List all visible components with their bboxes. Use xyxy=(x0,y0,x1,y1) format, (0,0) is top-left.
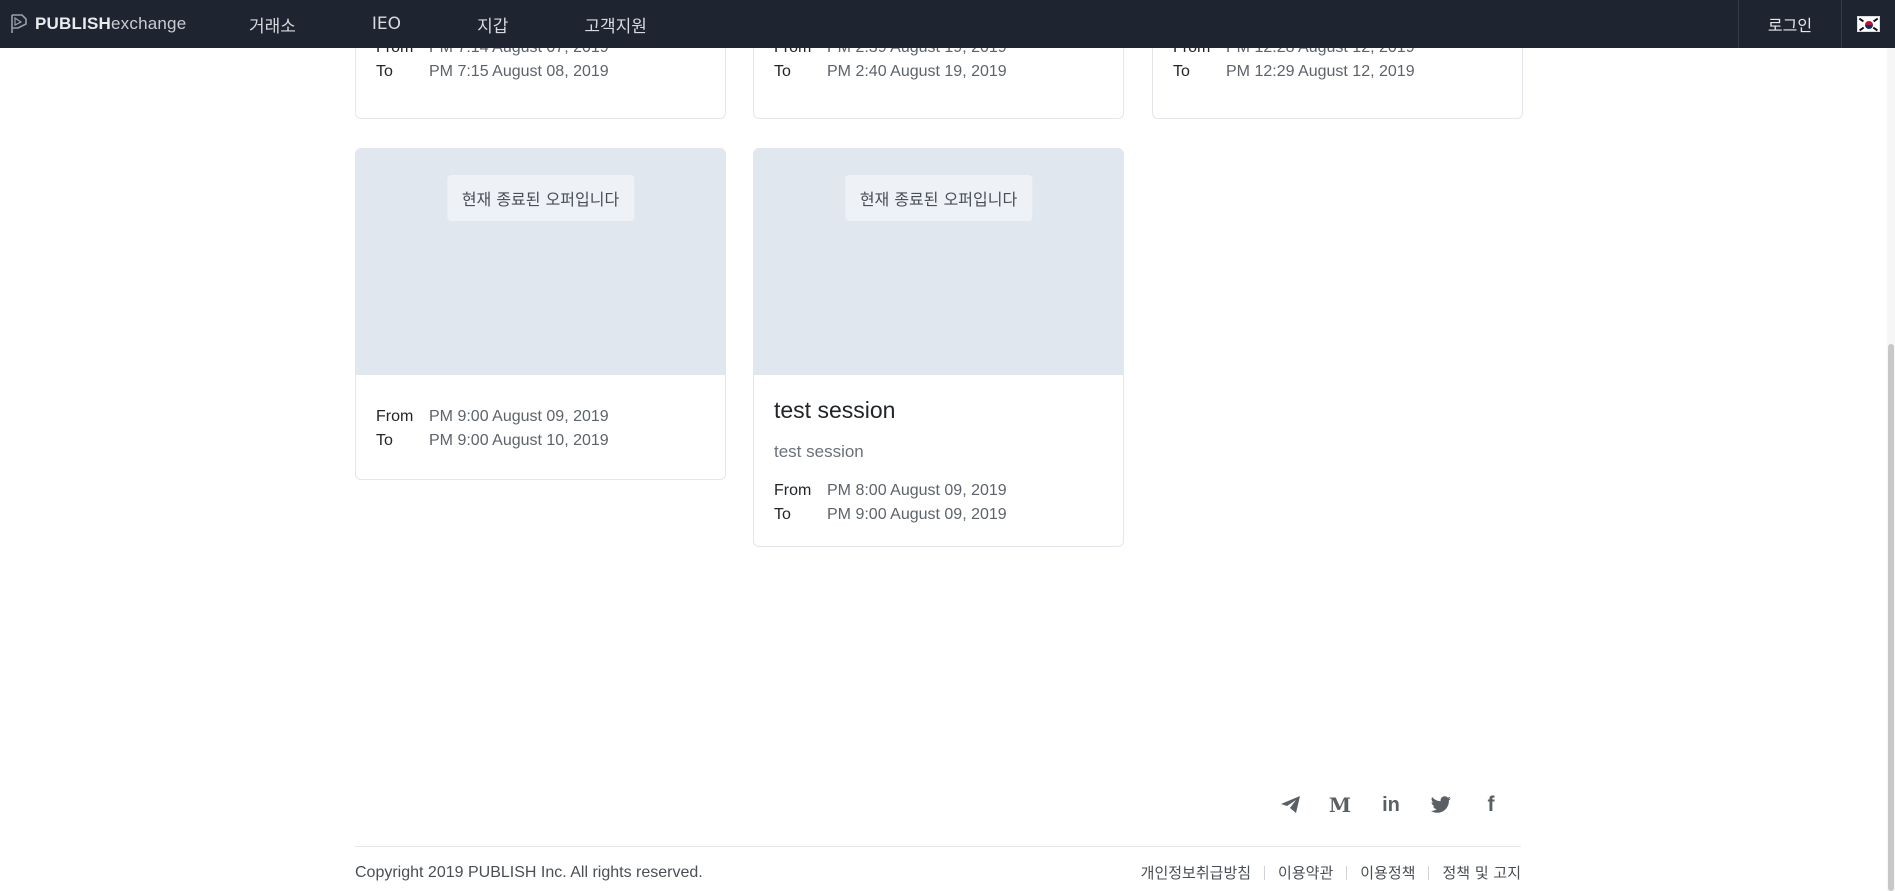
to-date: PM 2:40 August 19, 2019 xyxy=(827,63,1007,80)
from-date: PM 8:00 August 09, 2019 xyxy=(827,482,1007,499)
logo-text: PUBLISHexchange xyxy=(35,14,187,33)
medium-icon[interactable]: M xyxy=(1328,793,1352,817)
card-title: test session xyxy=(774,397,896,423)
to-date: PM 7:15 August 08, 2019 xyxy=(429,63,609,80)
offer-ended-badge: 현재 종료된 오퍼입니다 xyxy=(844,175,1033,221)
offer-card[interactable]: 현재 종료된 오퍼입니다 test session test session F… xyxy=(753,148,1124,547)
footer-link-usage-policy[interactable]: 이용정책 xyxy=(1360,862,1415,883)
link-separator xyxy=(1428,865,1430,880)
to-date: PM 9:00 August 09, 2019 xyxy=(827,506,1007,523)
card-subtitle: test session xyxy=(774,442,864,461)
facebook-icon[interactable]: f xyxy=(1479,793,1503,817)
nav-item-wallet[interactable]: 지갑 xyxy=(477,12,508,37)
nav-item-support[interactable]: 고객지원 xyxy=(584,12,647,37)
login-button[interactable]: 로그인 xyxy=(1738,0,1841,48)
footer-link-privacy[interactable]: 개인정보취급방침 xyxy=(1141,862,1251,883)
main-nav: 거래소 IEO 지갑 고객지원 xyxy=(249,0,723,48)
date-row-from: From PM 9:00 August 09, 2019 xyxy=(376,405,705,429)
footer-divider xyxy=(355,846,1521,847)
offer-card[interactable]: 현재 종료된 오퍼입니다 From PM 9:00 August 09, 2019… xyxy=(355,148,726,480)
nav-right: 로그인 xyxy=(1738,0,1895,48)
to-date: PM 9:00 August 10, 2019 xyxy=(429,432,609,449)
date-row-to: To PM 9:00 August 09, 2019 xyxy=(774,503,1103,527)
scrollbar-thumb[interactable] xyxy=(1888,344,1894,891)
nav-item-exchange[interactable]: 거래소 xyxy=(249,12,296,37)
copyright-text: Copyright 2019 PUBLISH Inc. All rights r… xyxy=(355,864,703,881)
card-image: 현재 종료된 오퍼입니다 xyxy=(754,149,1123,375)
footer-link-notice[interactable]: 정책 및 고지 xyxy=(1442,862,1521,883)
to-date: PM 12:29 August 12, 2019 xyxy=(1226,63,1415,80)
linkedin-icon[interactable]: in xyxy=(1379,793,1403,817)
link-separator xyxy=(1346,865,1348,880)
offer-ended-badge: 현재 종료된 오퍼입니다 xyxy=(446,175,635,221)
date-row-to: To PM 2:40 August 19, 2019 xyxy=(774,60,1007,84)
card-image: 현재 종료된 오퍼입니다 xyxy=(356,149,725,375)
logo[interactable]: PUBLISHexchange xyxy=(10,0,186,48)
link-separator xyxy=(1264,865,1266,880)
korea-flag-icon xyxy=(1857,16,1880,32)
language-selector[interactable] xyxy=(1841,0,1895,48)
publish-logo-icon xyxy=(11,14,27,33)
from-date: PM 9:00 August 09, 2019 xyxy=(429,408,609,425)
date-row-to: To PM 9:00 August 10, 2019 xyxy=(376,429,705,453)
nav-item-ieo[interactable]: IEO xyxy=(372,14,401,34)
date-row-from: From PM 8:00 August 09, 2019 xyxy=(774,479,1103,503)
telegram-icon[interactable] xyxy=(1279,793,1303,817)
footer-links: 개인정보취급방침 이용약관 이용정책 정책 및 고지 xyxy=(1141,862,1521,883)
date-row-to: To PM 12:29 August 12, 2019 xyxy=(1173,60,1415,84)
top-navbar: PUBLISHexchange 거래소 IEO 지갑 고객지원 로그인 xyxy=(0,0,1895,48)
twitter-icon[interactable] xyxy=(1429,793,1453,817)
footer-link-terms[interactable]: 이용약관 xyxy=(1278,862,1333,883)
date-row-to: To PM 7:15 August 08, 2019 xyxy=(376,60,609,84)
